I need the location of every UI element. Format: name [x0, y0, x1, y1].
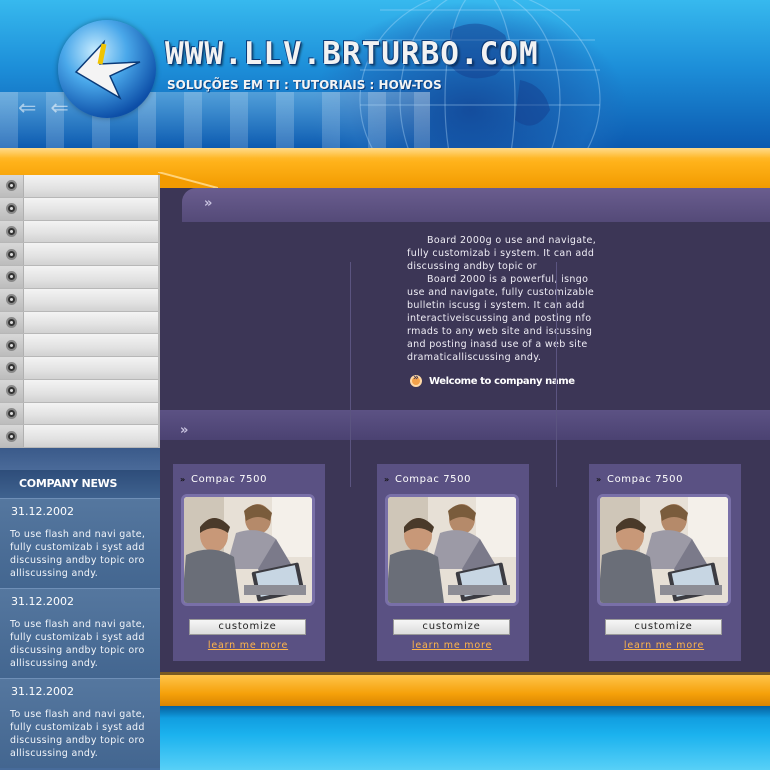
arrow-bullet-icon: » [596, 475, 602, 484]
news-text: To use flash and navi gate, fully custom… [10, 529, 146, 579]
site-tagline: SOLUÇÕES EM TI : TUTORIAIS : HOW-TOS [167, 78, 442, 92]
sidebar-item[interactable] [0, 402, 158, 426]
people-at-laptop-image [184, 497, 312, 603]
menu-bullet-icon [0, 402, 24, 425]
company-news: COMPANY NEWS 31.12.2002 To use flash and… [0, 470, 160, 770]
customize-button[interactable]: customize [605, 619, 722, 635]
sidebar-item[interactable] [0, 266, 158, 289]
product-photo[interactable] [597, 494, 731, 606]
news-text: To use flash and navi gate, fully custom… [10, 709, 146, 759]
sidebar-divider [0, 448, 160, 470]
column-divider [556, 262, 557, 487]
site-title: WWW.LLV.BRTURBO.COM [165, 36, 539, 72]
chevron-right-icon: » [180, 423, 189, 438]
news-heading: COMPANY NEWS [0, 470, 160, 498]
intro-header-bar [182, 188, 770, 222]
sidebar-menu [0, 175, 160, 448]
sidebar-item[interactable] [0, 334, 158, 357]
intro-paragraph: Board 2000 is a powerful, isngo use and … [407, 274, 595, 363]
learn-more-link[interactable]: learn me more [173, 640, 323, 651]
column-divider [350, 262, 351, 487]
product-card: » Compac 7500 customize learn me more [589, 464, 741, 661]
sidebar-item[interactable] [0, 220, 158, 244]
sidebar-item[interactable] [0, 175, 158, 198]
welcome-link-label: Welcome to company name [429, 375, 575, 387]
menu-bullet-icon [0, 379, 24, 402]
menu-bullet-icon [0, 175, 24, 197]
product-card: » Compac 7500 customize learn me more [173, 464, 325, 661]
sidebar-item[interactable] [0, 288, 158, 312]
news-item: 31.12.2002 To use flash and navi gate, f… [0, 588, 160, 678]
sidebar-item[interactable] [0, 425, 158, 448]
product-photo[interactable] [385, 494, 519, 606]
news-date: 31.12.2002 [11, 505, 74, 518]
sidebar-item[interactable] [0, 357, 158, 380]
footer-blue-band [160, 706, 770, 770]
product-card: » Compac 7500 customize learn me more [377, 464, 529, 661]
news-text: To use flash and navi gate, fully custom… [10, 619, 146, 669]
news-item: 31.12.2002 To use flash and navi gate, f… [0, 498, 160, 588]
page-root: { "header": { "site_title": "WWW.LLV.BRT… [0, 0, 770, 770]
globe-icon [359, 0, 601, 148]
product-name: Compac 7500 [607, 474, 684, 485]
learn-more-link[interactable]: learn me more [589, 640, 739, 651]
learn-more-link[interactable]: learn me more [377, 640, 527, 651]
menu-bullet-icon [0, 220, 24, 243]
sidebar-item[interactable] [0, 379, 158, 403]
news-date: 31.12.2002 [11, 595, 74, 608]
news-item: 31.12.2002 To use flash and navi gate, f… [0, 678, 160, 768]
chevron-right-icon: » [204, 196, 213, 211]
sidebar-item[interactable] [0, 311, 158, 335]
sidebar-item[interactable] [0, 243, 158, 266]
menu-bullet-icon [0, 311, 24, 334]
header-banner: ⇐⇐⇐⇐ WWW.LLV.BRTURBO.COM SOLUÇÕES EM TI … [0, 0, 770, 148]
menu-bullet-icon [0, 266, 24, 288]
customize-button[interactable]: customize [393, 619, 510, 635]
sidebar-item[interactable] [0, 197, 158, 221]
arrow-bullet-icon: » [180, 475, 186, 484]
product-name: Compac 7500 [395, 474, 472, 485]
arrow-bullet-icon [410, 373, 422, 387]
footer-orange-band [160, 672, 770, 706]
intro-paragraph: Board 2000g o use and navigate, fully cu… [407, 235, 597, 272]
menu-bullet-icon [0, 425, 24, 447]
people-at-laptop-image [600, 497, 728, 603]
welcome-link[interactable]: Welcome to company name [410, 373, 575, 387]
menu-bullet-icon [0, 197, 24, 220]
menu-bullet-icon [0, 334, 24, 356]
products-header-bar [160, 410, 770, 440]
logo-arrow-icon [74, 39, 141, 100]
customize-button[interactable]: customize [189, 619, 306, 635]
product-photo[interactable] [181, 494, 315, 606]
people-at-laptop-image [388, 497, 516, 603]
menu-bullet-icon [0, 357, 24, 379]
arrow-bullet-icon: » [384, 475, 390, 484]
product-name: Compac 7500 [191, 474, 268, 485]
menu-bullet-icon [0, 288, 24, 311]
intro-text: Board 2000g o use and navigate, fully cu… [407, 234, 605, 364]
news-date: 31.12.2002 [11, 685, 74, 698]
menu-bullet-icon [0, 243, 24, 265]
